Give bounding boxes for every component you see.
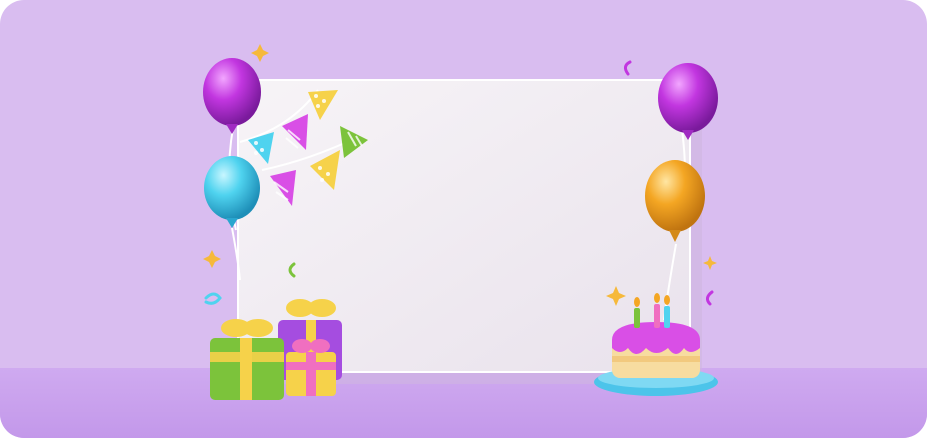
birthday-scene [0, 44, 927, 438]
card [0, 0, 927, 438]
